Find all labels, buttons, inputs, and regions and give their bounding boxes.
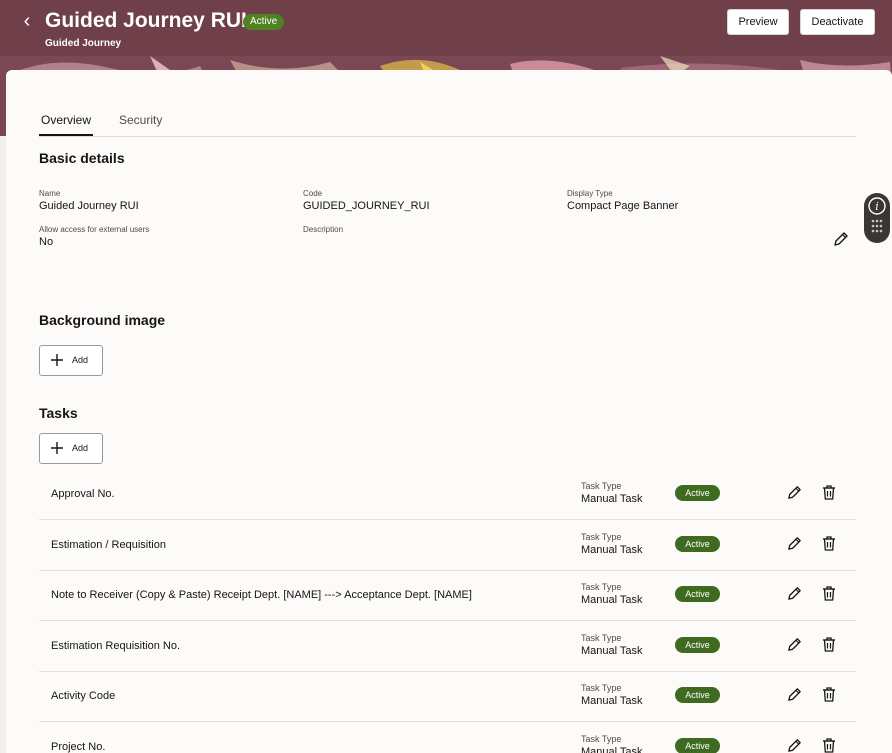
- task-type-value: Manual Task: [581, 594, 643, 606]
- task-type-label: Task Type: [581, 532, 622, 542]
- pencil-icon: [834, 232, 848, 246]
- svg-text:i: i: [875, 200, 879, 213]
- pencil-icon: [788, 587, 801, 600]
- task-name: Estimation Requisition No.: [51, 640, 181, 652]
- deactivate-button[interactable]: Deactivate: [800, 9, 875, 35]
- trash-icon: [823, 738, 835, 753]
- page-subtitle: Guided Journey: [45, 38, 122, 49]
- name-value: Guided Journey RUI: [39, 200, 139, 212]
- page-title: Guided Journey RUI: [45, 9, 247, 32]
- chevron-left-icon: ‹: [23, 10, 31, 32]
- description-label: Description: [303, 225, 344, 234]
- task-status-badge: Active: [675, 637, 720, 653]
- task-type-value: Manual Task: [581, 544, 643, 556]
- name-label: Name: [39, 189, 61, 198]
- add-task-button[interactable]: Add: [39, 433, 103, 464]
- table-row[interactable]: Note to Receiver (Copy & Paste) Receipt …: [39, 571, 856, 621]
- task-name: Activity Code: [51, 690, 116, 702]
- edit-task-button[interactable]: [786, 484, 803, 501]
- pencil-icon: [788, 537, 801, 550]
- add-background-image-button[interactable]: Add: [39, 345, 103, 376]
- task-status-badge: Active: [675, 586, 720, 602]
- edit-task-button[interactable]: [786, 585, 803, 602]
- preview-button[interactable]: Preview: [727, 9, 789, 35]
- task-name: Estimation / Requisition: [51, 539, 166, 551]
- table-row[interactable]: Activity Code Task Type Manual Task Acti…: [39, 672, 856, 722]
- edit-task-button[interactable]: [786, 636, 803, 653]
- task-type-label: Task Type: [581, 481, 622, 491]
- task-status-badge: Active: [675, 485, 720, 501]
- pencil-icon: [788, 486, 801, 499]
- task-type-value: Manual Task: [581, 493, 643, 505]
- task-name: Note to Receiver (Copy & Paste) Receipt …: [51, 589, 472, 601]
- delete-task-button[interactable]: [821, 484, 837, 501]
- task-type-value: Manual Task: [581, 695, 643, 707]
- edit-task-button[interactable]: [786, 535, 803, 552]
- external-access-label: Allow access for external users: [39, 225, 150, 234]
- trash-icon: [823, 586, 835, 601]
- add-button-label: Add: [72, 355, 89, 365]
- info-icon[interactable]: i: [864, 193, 890, 243]
- trash-icon: [823, 687, 835, 702]
- task-type-label: Task Type: [581, 683, 622, 693]
- delete-task-button[interactable]: [821, 686, 837, 703]
- task-name: Project No.: [51, 741, 106, 753]
- floating-assistant-toolbar[interactable]: i: [864, 193, 890, 243]
- table-row[interactable]: Estimation Requisition No. Task Type Man…: [39, 622, 856, 672]
- plus-icon: [51, 442, 63, 454]
- tab-divider: [39, 136, 856, 137]
- task-type-label: Task Type: [581, 633, 622, 643]
- task-name: Approval No.: [51, 488, 115, 500]
- table-row[interactable]: Estimation / Requisition Task Type Manua…: [39, 521, 856, 571]
- tab-security[interactable]: Security: [119, 113, 162, 127]
- task-type-value: Manual Task: [581, 746, 643, 753]
- delete-task-button[interactable]: [821, 737, 837, 753]
- back-button[interactable]: ‹: [16, 10, 38, 32]
- tab-overview[interactable]: Overview: [41, 113, 91, 127]
- table-row[interactable]: Project No. Task Type Manual Task Active: [39, 723, 856, 753]
- add-button-label: Add: [72, 443, 89, 453]
- code-label: Code: [303, 189, 323, 198]
- display-type-value: Compact Page Banner: [567, 200, 679, 212]
- plus-icon: [51, 354, 63, 366]
- table-row[interactable]: Approval No. Task Type Manual Task Activ…: [39, 470, 856, 520]
- task-type-value: Manual Task: [581, 645, 643, 657]
- edit-details-button[interactable]: [832, 230, 850, 248]
- trash-icon: [823, 485, 835, 500]
- task-status-badge: Active: [675, 738, 720, 753]
- pencil-icon: [788, 688, 801, 701]
- trash-icon: [823, 536, 835, 551]
- background-image-title: Background image: [39, 312, 166, 328]
- display-type-label: Display Type: [567, 189, 613, 198]
- edit-task-button[interactable]: [786, 737, 803, 753]
- tasks-title: Tasks: [39, 405, 78, 421]
- edit-task-button[interactable]: [786, 686, 803, 703]
- delete-task-button[interactable]: [821, 585, 837, 602]
- task-type-label: Task Type: [581, 734, 622, 744]
- delete-task-button[interactable]: [821, 535, 837, 552]
- basic-details-title: Basic details: [39, 150, 125, 166]
- delete-task-button[interactable]: [821, 636, 837, 653]
- status-badge: Active: [243, 14, 285, 30]
- trash-icon: [823, 637, 835, 652]
- task-status-badge: Active: [675, 536, 720, 552]
- code-value: GUIDED_JOURNEY_RUI: [303, 200, 430, 212]
- pencil-icon: [788, 638, 801, 651]
- task-type-label: Task Type: [581, 582, 622, 592]
- external-access-value: No: [39, 236, 54, 248]
- task-status-badge: Active: [675, 687, 720, 703]
- pencil-icon: [788, 739, 801, 752]
